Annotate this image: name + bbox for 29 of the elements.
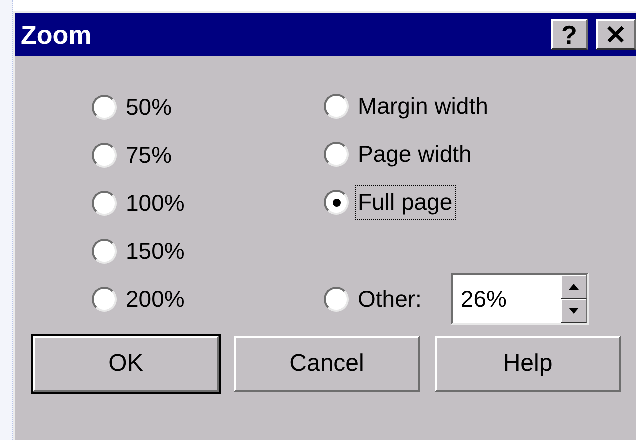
radio-button[interactable] bbox=[324, 286, 349, 312]
dialog-button[interactable]: Cancel bbox=[234, 336, 420, 392]
option-label: Full page bbox=[355, 185, 456, 220]
option-label: 150% bbox=[125, 237, 186, 266]
help-button[interactable]: ? bbox=[551, 19, 588, 50]
option-label: 200% bbox=[125, 285, 186, 314]
option-label: 75% bbox=[125, 140, 174, 170]
radio-button[interactable] bbox=[324, 94, 349, 120]
spin-field[interactable]: 26% bbox=[450, 273, 589, 326]
spin-up-button[interactable] bbox=[560, 275, 587, 300]
option-label: Margin width bbox=[357, 92, 490, 122]
radio-button[interactable] bbox=[92, 191, 117, 216]
arrow-up-icon bbox=[568, 283, 580, 292]
option-label: 100% bbox=[125, 189, 186, 218]
dialog-button[interactable]: Help bbox=[435, 336, 621, 392]
close-button[interactable]: ✕ bbox=[596, 19, 636, 50]
dialog-button[interactable]: OK bbox=[33, 336, 219, 392]
window-title: Zoom bbox=[21, 22, 93, 48]
radio-button[interactable] bbox=[92, 239, 117, 264]
option-label: Other: bbox=[357, 284, 423, 314]
radio-button[interactable] bbox=[92, 287, 117, 312]
radio-button[interactable] bbox=[324, 190, 349, 216]
arrow-down-icon bbox=[568, 307, 580, 316]
radio-button[interactable] bbox=[324, 142, 349, 168]
option-label: 50% bbox=[125, 92, 174, 122]
spin-down-button[interactable] bbox=[560, 299, 587, 324]
radio-button[interactable] bbox=[92, 142, 117, 168]
radio-button[interactable] bbox=[92, 94, 117, 120]
option-label: Page width bbox=[357, 140, 473, 170]
